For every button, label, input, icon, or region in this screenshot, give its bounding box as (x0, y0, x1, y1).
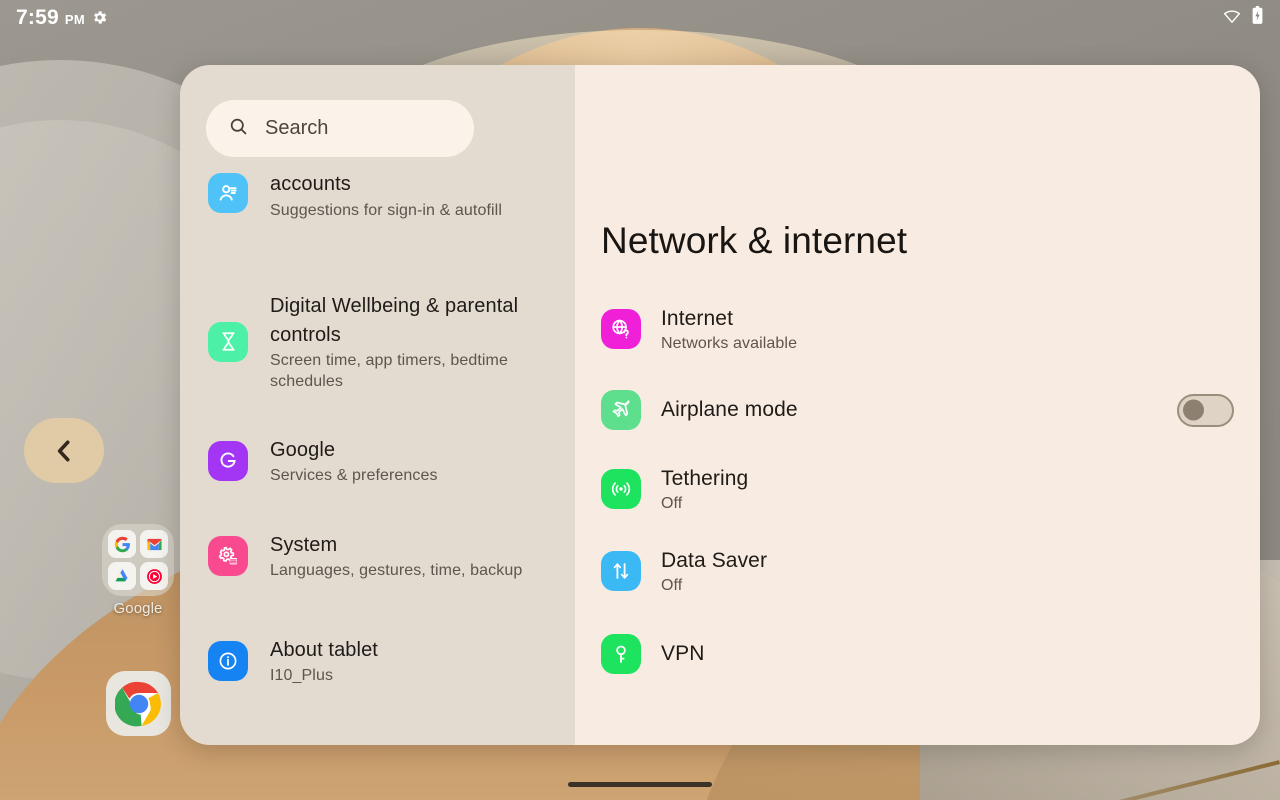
network-settings-list[interactable]: Internet Networks available Airplane mod… (575, 297, 1260, 687)
gmail-app-icon[interactable] (140, 530, 168, 558)
globe-question-icon (601, 309, 641, 349)
detail-item-vpn[interactable]: VPN (575, 621, 1260, 687)
page-title: Network & internet (601, 220, 908, 261)
home-gesture-bar[interactable] (568, 782, 712, 787)
chrome-app-icon[interactable] (106, 671, 171, 736)
youtube-music-app-icon[interactable] (140, 562, 168, 590)
airplane-mode-toggle[interactable] (1177, 393, 1234, 427)
detail-item-text: Airplane mode (661, 397, 1157, 423)
detail-item-title: Airplane mode (661, 397, 798, 421)
detail-item-data-saver[interactable]: Data Saver Off (575, 539, 1260, 605)
sidebar-item-digital-wellbeing[interactable]: Digital Wellbeing & parental controls Sc… (180, 283, 575, 401)
status-bar: 7:59 PM (0, 0, 1280, 36)
sidebar-item-subtitle: Screen time, app timers, bedtime schedul… (270, 352, 508, 390)
folder-label: Google (113, 600, 163, 617)
sidebar-item-text: About tablet I10_Plus (270, 635, 378, 687)
sidebar-item-passwords-accounts[interactable]: accounts Suggestions for sign-in & autof… (180, 169, 575, 255)
detail-item-internet[interactable]: Internet Networks available (575, 297, 1260, 363)
sidebar-item-subtitle: Services & preferences (270, 467, 438, 485)
back-button[interactable] (24, 418, 104, 483)
sidebar-item-system[interactable]: System Languages, gestures, time, backup (180, 513, 575, 599)
gear-icon[interactable] (91, 9, 108, 26)
detail-item-title: Data Saver (661, 549, 768, 572)
settings-panel: Search accounts Suggestions for sign-in … (180, 65, 1260, 745)
passwords-accounts-icon (208, 173, 248, 213)
hourglass-icon (208, 321, 248, 362)
sidebar-item-title: System (270, 533, 338, 556)
sidebar-item-text: Google Services & preferences (270, 435, 438, 487)
sidebar-item-subtitle: Languages, gestures, time, backup (270, 562, 523, 580)
detail-item-title: Internet (661, 307, 734, 330)
tablet-screen: 7:59 PM Google Search accounts Suggestio… (0, 0, 1280, 800)
vpn-key-icon (601, 634, 641, 674)
detail-item-text: Internet Networks available (661, 306, 1234, 353)
status-bar-ampm: PM (64, 12, 86, 27)
toggle-knob (1183, 399, 1204, 421)
google-drive-app-icon[interactable] (108, 562, 136, 590)
status-bar-right (1222, 5, 1264, 31)
settings-detail-pane: Network & internet Internet Networks ava… (575, 65, 1260, 745)
detail-item-text: Tethering Off (661, 466, 1234, 513)
folder-preview[interactable] (102, 524, 174, 596)
sidebar-item-about-tablet[interactable]: About tablet I10_Plus (180, 625, 575, 697)
detail-item-text: Data Saver Off (661, 548, 1234, 595)
detail-item-airplane-mode[interactable]: Airplane mode (575, 377, 1260, 443)
status-bar-left: 7:59 PM (16, 6, 108, 30)
system-gear-icon (208, 535, 248, 576)
search-input[interactable]: Search (265, 117, 328, 140)
home-folder-google[interactable]: Google (102, 524, 174, 617)
detail-item-title: VPN (661, 641, 705, 665)
detail-item-subtitle: Networks available (661, 335, 798, 353)
detail-item-text: VPN (661, 641, 1234, 667)
detail-item-tethering[interactable]: Tethering Off (575, 457, 1260, 523)
sidebar-item-text: accounts Suggestions for sign-in & autof… (270, 169, 502, 221)
battery-charging-icon (1251, 5, 1264, 31)
status-bar-clock: 7:59 (16, 6, 59, 29)
hotspot-icon (601, 469, 641, 509)
search-bar[interactable]: Search (206, 100, 474, 157)
google-search-app-icon[interactable] (108, 530, 136, 558)
search-icon (228, 116, 249, 142)
settings-sidebar-list[interactable]: accounts Suggestions for sign-in & autof… (180, 163, 575, 745)
airplane-icon (601, 390, 641, 430)
google-g-icon (208, 440, 248, 481)
info-icon (208, 640, 248, 681)
sidebar-item-title: Google (270, 438, 336, 461)
detail-item-subtitle: Off (661, 495, 683, 513)
detail-item-title: Tethering (661, 467, 749, 490)
sidebar-item-title: About tablet (270, 638, 378, 661)
wifi-icon (1222, 6, 1242, 31)
sidebar-item-text: System Languages, gestures, time, backup (270, 530, 522, 582)
chevron-left-icon (57, 440, 70, 461)
settings-sidebar: Search accounts Suggestions for sign-in … (180, 65, 575, 745)
data-saver-icon (601, 551, 641, 591)
sidebar-item-text: Digital Wellbeing & parental controls Sc… (270, 291, 545, 393)
sidebar-item-google[interactable]: Google Services & preferences (180, 425, 575, 497)
sidebar-item-title: accounts (270, 173, 351, 195)
sidebar-item-subtitle: Suggestions for sign-in & autofill (270, 201, 502, 219)
sidebar-item-subtitle: I10_Plus (270, 667, 334, 685)
detail-item-subtitle: Off (661, 577, 683, 595)
sidebar-item-title: Digital Wellbeing & parental controls (270, 295, 519, 346)
